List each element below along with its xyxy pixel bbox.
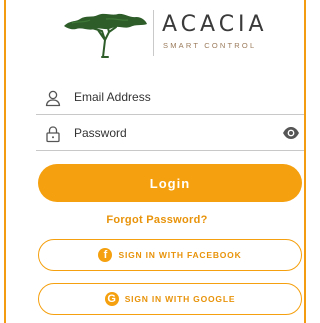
person-icon: [45, 90, 61, 107]
brand-tagline: SMART CONTROL: [163, 41, 257, 50]
email-field-row: [36, 82, 304, 115]
eye-icon[interactable]: [282, 126, 300, 140]
google-signin-button[interactable]: G SIGN IN WITH GOOGLE: [38, 283, 302, 315]
acacia-tree-icon: [64, 13, 147, 58]
facebook-signin-label: SIGN IN WITH FACEBOOK: [118, 250, 242, 260]
login-button[interactable]: Login: [38, 164, 302, 202]
login-screen: ACACIA SMART CONTROL Login Forgot Passwo…: [4, 0, 306, 323]
google-icon: G: [104, 292, 119, 306]
brand-name: ACACIA: [162, 12, 268, 37]
password-input[interactable]: [74, 122, 274, 144]
google-signin-label: SIGN IN WITH GOOGLE: [124, 294, 236, 304]
logo: ACACIA SMART CONTROL: [6, 4, 308, 62]
lock-icon: [46, 126, 60, 143]
email-input[interactable]: [74, 86, 274, 108]
facebook-signin-button[interactable]: f SIGN IN WITH FACEBOOK: [38, 239, 302, 271]
facebook-icon: f: [98, 248, 113, 262]
password-field-row: [36, 118, 304, 151]
logo-divider: [153, 10, 154, 56]
forgot-password-link[interactable]: Forgot Password?: [6, 214, 308, 226]
